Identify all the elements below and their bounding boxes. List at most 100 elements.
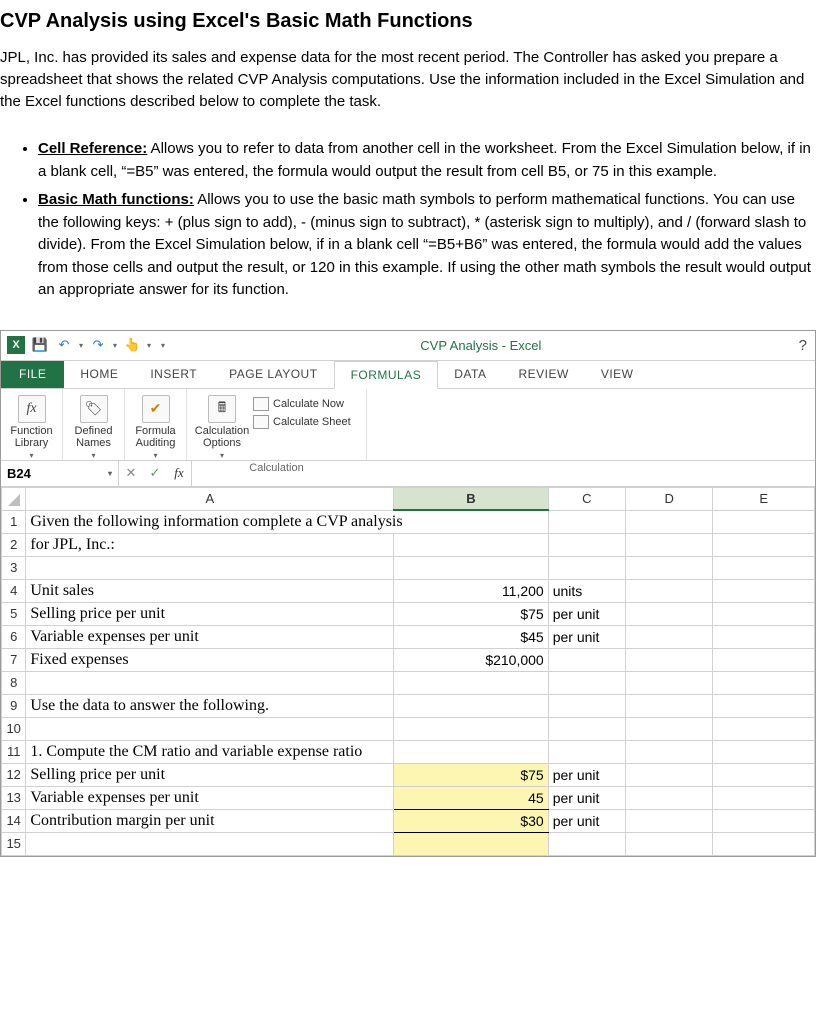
cell[interactable]: [713, 579, 815, 602]
cell[interactable]: [625, 602, 712, 625]
cell[interactable]: [625, 832, 712, 855]
cell[interactable]: [713, 740, 815, 763]
cell[interactable]: [713, 510, 815, 533]
name-box[interactable]: B24 ▾: [1, 461, 119, 486]
cell-highlight[interactable]: 45: [394, 786, 548, 809]
cell[interactable]: [713, 809, 815, 832]
cell[interactable]: [625, 556, 712, 579]
cell[interactable]: [548, 694, 625, 717]
row-header[interactable]: 13: [2, 786, 26, 809]
cell[interactable]: [625, 579, 712, 602]
cell[interactable]: [713, 671, 815, 694]
formula-auditing-button[interactable]: ✔ Formula Auditing ▾: [131, 393, 180, 460]
row-header[interactable]: 4: [2, 579, 26, 602]
cell[interactable]: [394, 671, 548, 694]
cell[interactable]: [713, 786, 815, 809]
cell[interactable]: [26, 832, 394, 855]
function-library-button[interactable]: fx Function Library ▾: [7, 393, 56, 460]
cell[interactable]: 1. Compute the CM ratio and variable exp…: [26, 740, 394, 763]
undo-icon[interactable]: ↶: [55, 336, 73, 354]
cell[interactable]: [548, 510, 625, 533]
calculate-now-button[interactable]: Calculate Now: [253, 397, 360, 411]
cell[interactable]: per unit: [548, 602, 625, 625]
cell[interactable]: [625, 809, 712, 832]
row-header[interactable]: 15: [2, 832, 26, 855]
row-header[interactable]: 7: [2, 648, 26, 671]
formula-input[interactable]: [192, 461, 815, 486]
cell[interactable]: per unit: [548, 763, 625, 786]
cell[interactable]: [625, 717, 712, 740]
row-header[interactable]: 11: [2, 740, 26, 763]
cell[interactable]: [548, 740, 625, 763]
row-header[interactable]: 2: [2, 533, 26, 556]
calculation-options-button[interactable]: 🖩 Calculation Options ▾: [193, 393, 251, 460]
help-button[interactable]: ?: [791, 337, 815, 354]
cell[interactable]: [713, 648, 815, 671]
cell[interactable]: [713, 763, 815, 786]
cell[interactable]: [713, 625, 815, 648]
cell[interactable]: [625, 671, 712, 694]
tab-review[interactable]: REVIEW: [502, 361, 584, 388]
row-header[interactable]: 14: [2, 809, 26, 832]
cell[interactable]: [548, 671, 625, 694]
cell[interactable]: Contribution margin per unit: [26, 809, 394, 832]
cell[interactable]: units: [548, 579, 625, 602]
col-header-b[interactable]: B: [394, 487, 548, 510]
tab-file[interactable]: FILE: [1, 361, 64, 388]
cell[interactable]: [625, 740, 712, 763]
cell[interactable]: Given the following information complete…: [26, 510, 548, 533]
row-header[interactable]: 9: [2, 694, 26, 717]
cell[interactable]: [26, 556, 394, 579]
cell[interactable]: Selling price per unit: [26, 602, 394, 625]
touch-mode-icon[interactable]: 👆: [123, 336, 141, 354]
cell[interactable]: $45: [394, 625, 548, 648]
cell-highlight[interactable]: $75: [394, 763, 548, 786]
tab-home[interactable]: HOME: [64, 361, 134, 388]
qat-customize-icon[interactable]: ▾: [161, 341, 165, 350]
cell[interactable]: [625, 625, 712, 648]
cell[interactable]: [713, 717, 815, 740]
cell[interactable]: [394, 556, 548, 579]
cell[interactable]: [394, 694, 548, 717]
redo-icon[interactable]: ↷: [89, 336, 107, 354]
cell[interactable]: Unit sales: [26, 579, 394, 602]
row-header[interactable]: 8: [2, 671, 26, 694]
row-header[interactable]: 3: [2, 556, 26, 579]
cell[interactable]: [625, 763, 712, 786]
cell[interactable]: [713, 602, 815, 625]
cell[interactable]: [713, 556, 815, 579]
cell[interactable]: [26, 671, 394, 694]
cell[interactable]: [394, 533, 548, 556]
touch-dropdown-icon[interactable]: ▾: [147, 341, 151, 350]
cell[interactable]: [625, 510, 712, 533]
tab-formulas[interactable]: FORMULAS: [334, 361, 439, 389]
row-header[interactable]: 6: [2, 625, 26, 648]
cell[interactable]: per unit: [548, 809, 625, 832]
row-header[interactable]: 12: [2, 763, 26, 786]
cell[interactable]: [625, 533, 712, 556]
cell[interactable]: [26, 717, 394, 740]
row-header[interactable]: 10: [2, 717, 26, 740]
cell[interactable]: 11,200: [394, 579, 548, 602]
col-header-e[interactable]: E: [713, 487, 815, 510]
enter-icon[interactable]: ✓: [143, 465, 167, 481]
tab-view[interactable]: VIEW: [585, 361, 650, 388]
cell[interactable]: [548, 556, 625, 579]
cell[interactable]: per unit: [548, 625, 625, 648]
col-header-a[interactable]: A: [26, 487, 394, 510]
calculate-sheet-button[interactable]: Calculate Sheet: [253, 415, 360, 429]
row-header[interactable]: 1: [2, 510, 26, 533]
row-header[interactable]: 5: [2, 602, 26, 625]
cell[interactable]: Variable expenses per unit: [26, 625, 394, 648]
defined-names-button[interactable]: 🏷 Defined Names ▾: [69, 393, 118, 460]
cell[interactable]: [713, 832, 815, 855]
cell[interactable]: [713, 533, 815, 556]
col-header-d[interactable]: D: [625, 487, 712, 510]
cell[interactable]: [548, 717, 625, 740]
cell[interactable]: for JPL, Inc.:: [26, 533, 394, 556]
save-icon[interactable]: 💾: [31, 336, 49, 354]
cell[interactable]: [548, 648, 625, 671]
tab-insert[interactable]: INSERT: [134, 361, 213, 388]
cell[interactable]: $75: [394, 602, 548, 625]
cell[interactable]: Fixed expenses: [26, 648, 394, 671]
